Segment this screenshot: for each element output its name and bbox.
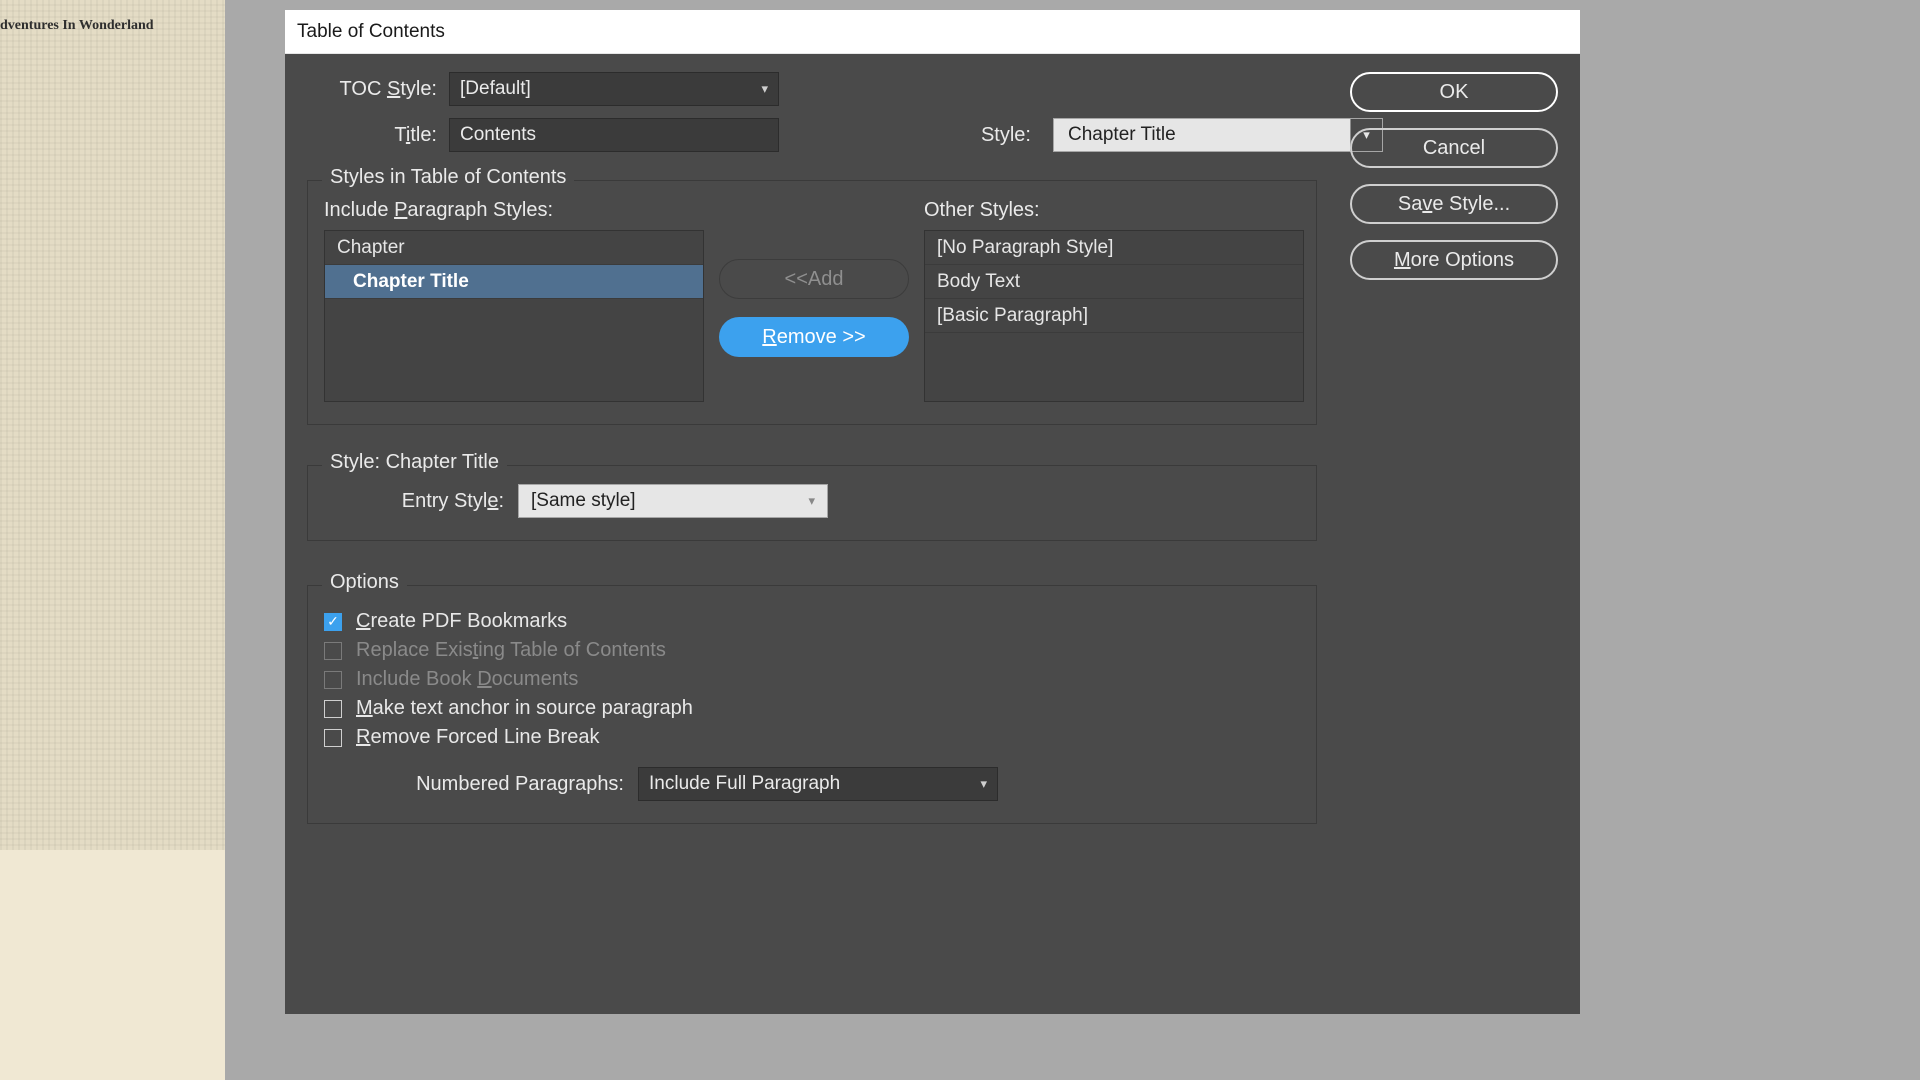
numbered-paragraphs-select[interactable]: Include Full Paragraph ▾ <box>638 767 998 801</box>
checkbox-make-text-anchor[interactable]: Make text anchor in source paragraph <box>324 697 1300 720</box>
checkbox-replace-existing-toc: Replace Existing Table of Contents <box>324 639 1300 662</box>
checkbox-remove-forced-line-break[interactable]: Remove Forced Line Break <box>324 726 1300 749</box>
entry-style-value: [Same style] <box>531 490 636 512</box>
list-item[interactable]: Chapter Title <box>325 265 703 299</box>
options-group: Options ✓ Create PDF Bookmarks Replace E… <box>307 585 1317 824</box>
ok-button[interactable]: OK <box>1350 72 1558 112</box>
title-style-select[interactable]: Chapter Title ▾ <box>1053 118 1383 152</box>
add-button: << Add <box>719 259 909 299</box>
cancel-button[interactable]: Cancel <box>1350 128 1558 168</box>
title-style-label: Style: <box>791 124 1041 147</box>
dialog-body: OK Cancel Save Style... More Options TOC… <box>285 54 1580 1014</box>
dialog-side-buttons: OK Cancel Save Style... More Options <box>1350 72 1558 280</box>
document-page-background: dventures In Wonderland <box>0 0 225 1080</box>
pasteboard <box>1580 0 1920 1080</box>
page-body-area <box>0 850 225 1080</box>
chevron-down-icon: ▾ <box>808 493 815 509</box>
chevron-down-icon: ▾ <box>761 81 768 97</box>
page-heading: dventures In Wonderland <box>0 18 154 34</box>
list-item[interactable]: [Basic Paragraph] <box>925 299 1303 333</box>
numbered-paragraphs-label: Numbered Paragraphs: <box>324 773 624 796</box>
checkbox-include-book-documents: Include Book Documents <box>324 668 1300 691</box>
include-styles-label: Include Paragraph Styles: <box>324 199 704 222</box>
chevron-down-icon: ▾ <box>980 776 987 792</box>
title-input[interactable]: Contents <box>449 118 779 152</box>
included-styles-list[interactable]: Chapter Chapter Title <box>324 230 704 402</box>
toc-style-select[interactable]: [Default] ▾ <box>449 72 779 106</box>
entry-style-select[interactable]: [Same style] ▾ <box>518 484 828 518</box>
checkbox-icon <box>324 729 342 747</box>
entry-style-group-title: Style: Chapter Title <box>322 451 507 474</box>
checkbox-create-pdf-bookmarks[interactable]: ✓ Create PDF Bookmarks <box>324 610 1300 633</box>
checkbox-icon <box>324 671 342 689</box>
numbered-paragraphs-value: Include Full Paragraph <box>649 773 840 795</box>
options-group-title: Options <box>322 571 407 594</box>
other-styles-list[interactable]: [No Paragraph Style] Body Text [Basic Pa… <box>924 230 1304 402</box>
styles-group-title: Styles in Table of Contents <box>322 166 574 189</box>
checkbox-icon <box>324 642 342 660</box>
checkbox-icon: ✓ <box>324 613 342 631</box>
styles-group: Styles in Table of Contents Include Para… <box>307 180 1317 425</box>
toc-style-label: TOC Style: <box>307 78 437 101</box>
title-value: Contents <box>460 124 536 146</box>
list-item[interactable]: [No Paragraph Style] <box>925 231 1303 265</box>
remove-button[interactable]: Remove >> <box>719 317 909 357</box>
toc-style-value: [Default] <box>460 78 531 100</box>
more-options-button[interactable]: More Options <box>1350 240 1558 280</box>
list-item[interactable]: Chapter <box>325 231 703 265</box>
list-item[interactable]: Body Text <box>925 265 1303 299</box>
other-styles-label: Other Styles: <box>924 199 1304 222</box>
title-label: Title: <box>307 124 437 147</box>
save-style-button[interactable]: Save Style... <box>1350 184 1558 224</box>
entry-style-label: Entry Style: <box>324 490 504 513</box>
toc-dialog: Table of Contents OK Cancel Save Style..… <box>285 10 1580 1014</box>
checkbox-icon <box>324 700 342 718</box>
dialog-title: Table of Contents <box>285 10 1580 54</box>
entry-style-group: Style: Chapter Title Entry Style: [Same … <box>307 465 1317 541</box>
title-style-value: Chapter Title <box>1068 124 1176 146</box>
